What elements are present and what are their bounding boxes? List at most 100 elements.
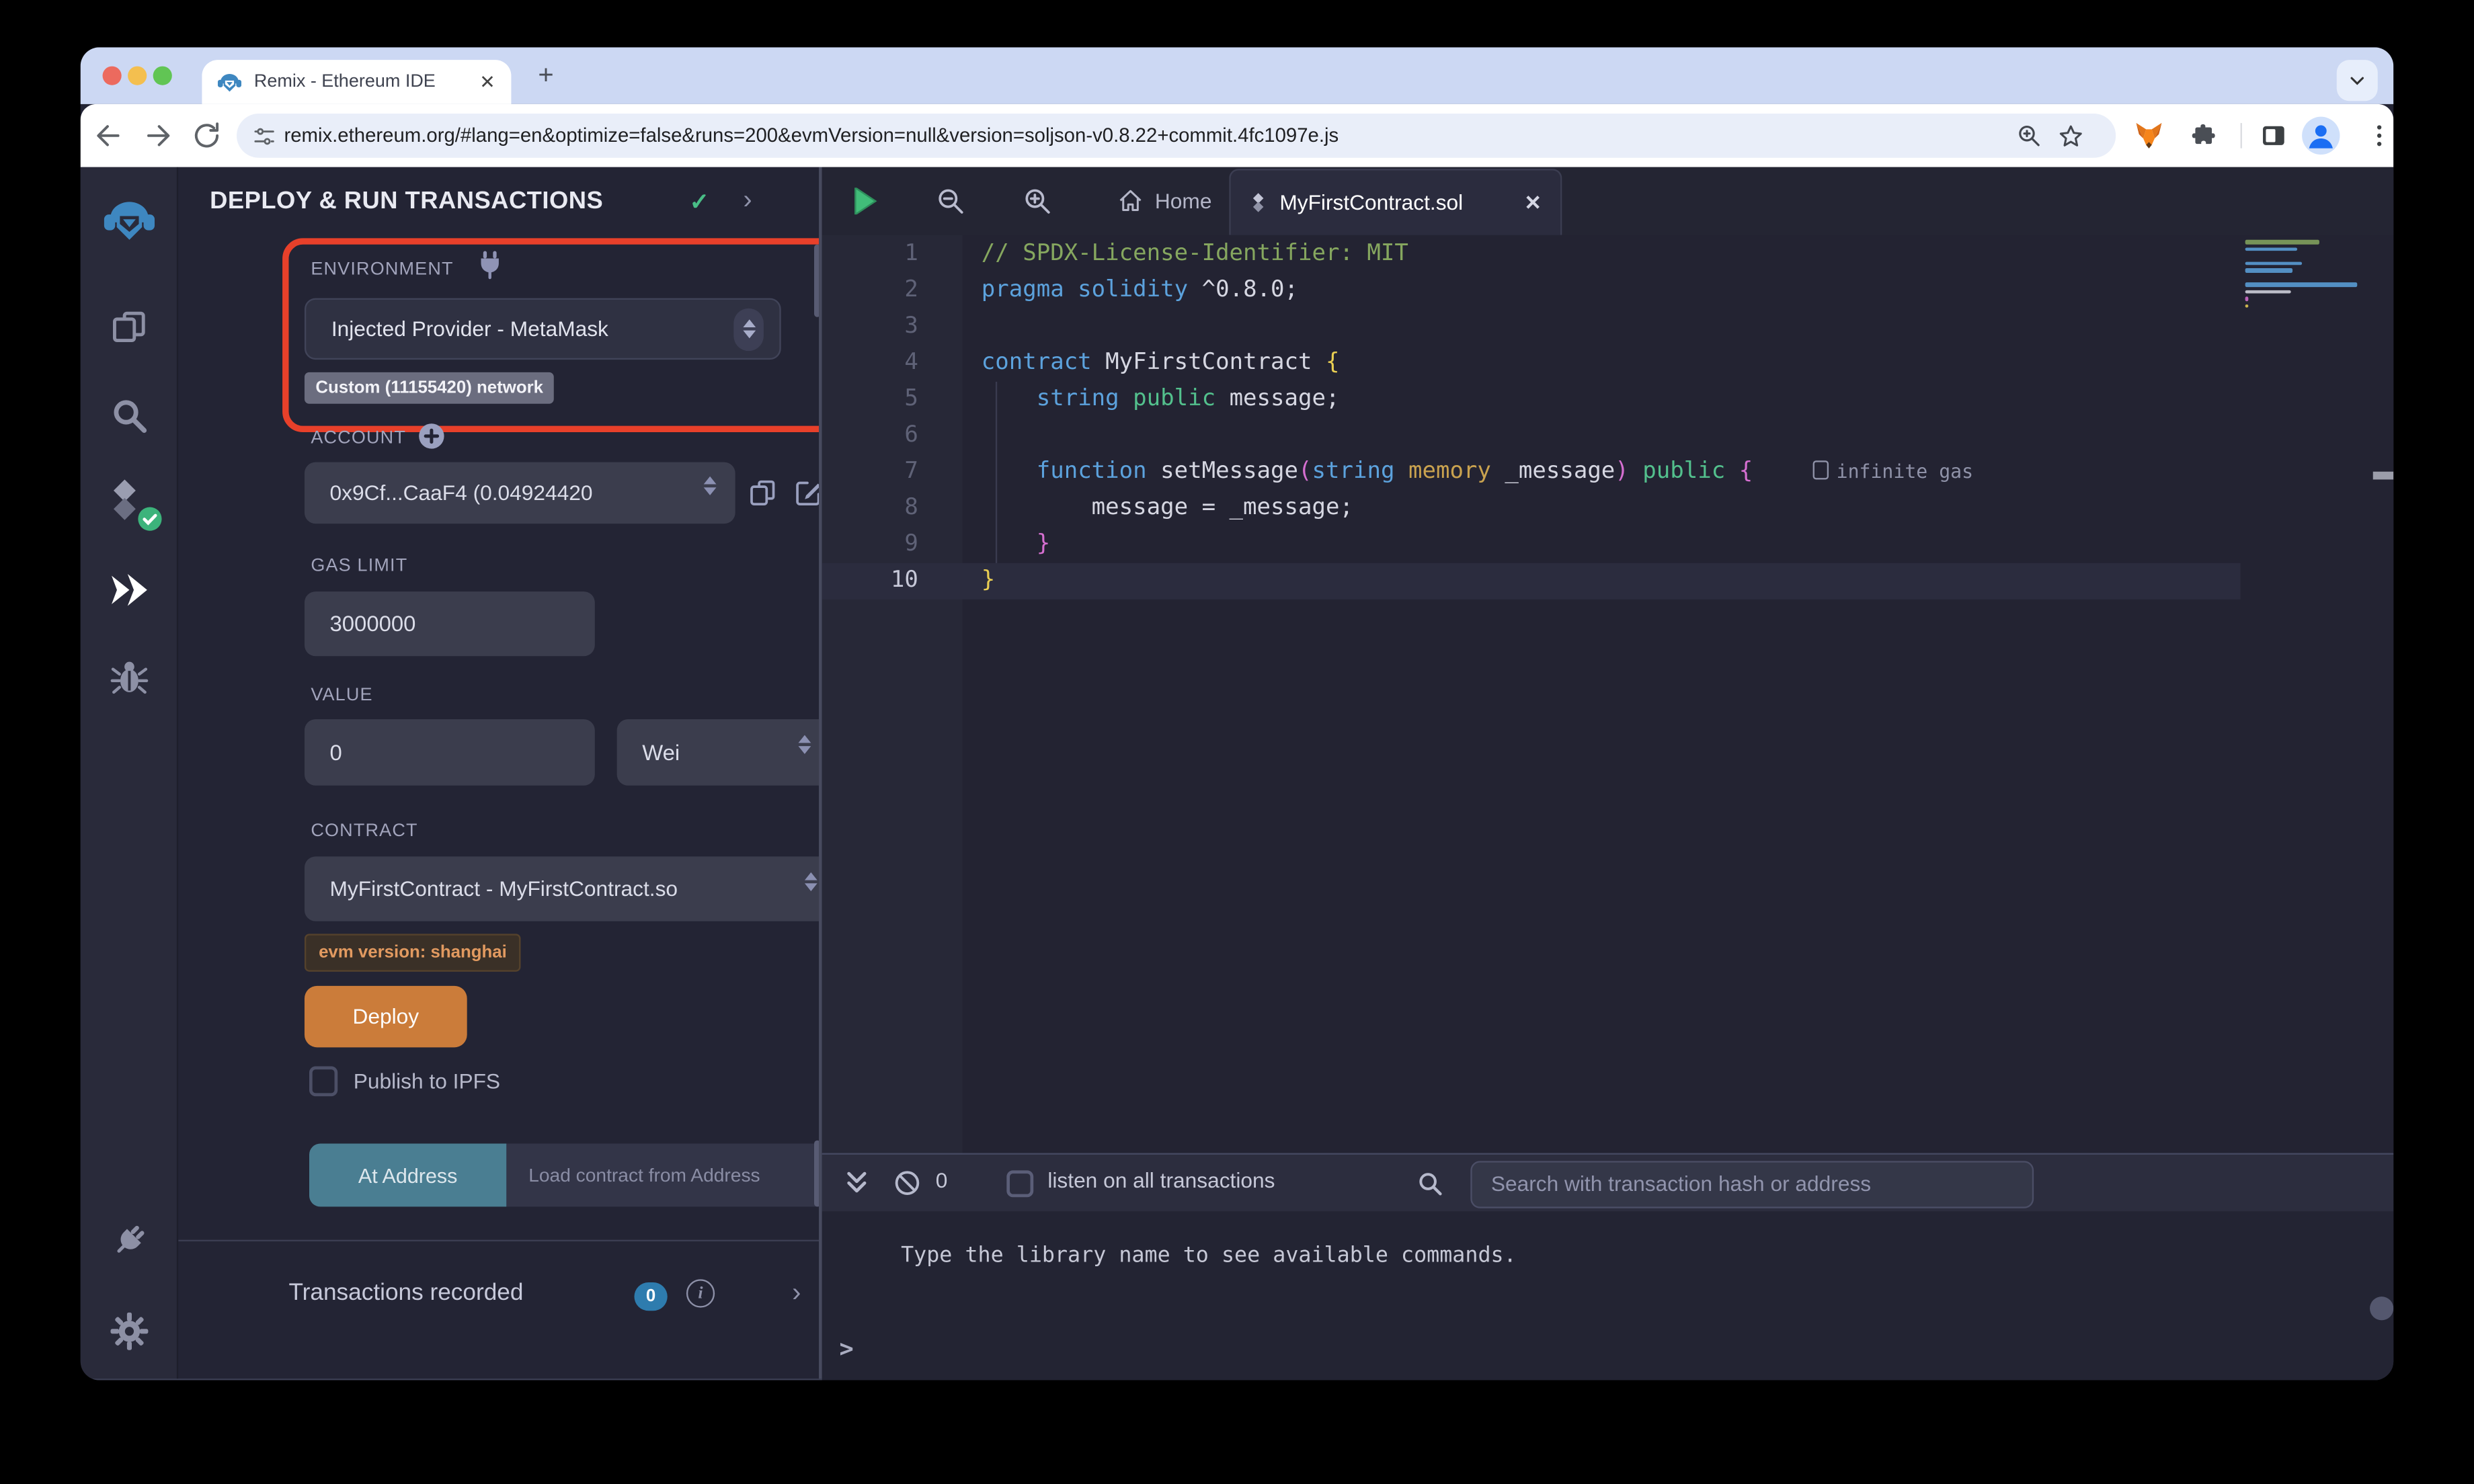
chevron-down-icon <box>2348 71 2366 90</box>
evm-version-badge: evm version: shanghai <box>305 934 521 971</box>
collapse-terminal-icon[interactable] <box>846 1170 868 1196</box>
value-unit: Wei <box>642 719 680 786</box>
code-line[interactable]: // SPDX-License-Identifier: MIT <box>982 237 1973 273</box>
metamask-extension-icon[interactable] <box>2134 122 2163 150</box>
editor-scrollbar-thumb[interactable] <box>2373 472 2394 480</box>
transactions-expand-chevron-icon[interactable]: › <box>792 1279 801 1306</box>
profile-avatar[interactable] <box>2302 117 2340 155</box>
tab-myfirstcontract[interactable]: MyFirstContract.sol ✕ <box>1229 169 1562 235</box>
clear-console-icon[interactable] <box>893 1169 921 1197</box>
search-icon[interactable] <box>109 396 149 436</box>
minimap-line <box>2245 304 2248 308</box>
minimap-line <box>2245 276 2373 280</box>
home-tab-label: Home <box>1155 190 1212 213</box>
at-address-input[interactable]: Load contract from Address <box>506 1144 819 1207</box>
value-amount: 0 <box>330 719 342 786</box>
transactions-recorded-label: Transactions recorded <box>288 1279 523 1306</box>
value-unit-select[interactable]: Wei <box>617 719 819 786</box>
value-input[interactable]: 0 <box>305 719 595 786</box>
code-line[interactable]: pragma solidity ^0.8.0; <box>982 273 1973 309</box>
settings-gear-icon[interactable] <box>108 1311 149 1352</box>
terminal-scroll-indicator[interactable] <box>2370 1296 2393 1320</box>
new-tab-button[interactable]: + <box>527 56 565 94</box>
publish-ipfs-checkbox[interactable] <box>309 1067 337 1097</box>
contract-select[interactable]: MyFirstContract - MyFirstContract.so <box>305 856 819 921</box>
remix-logo-icon[interactable] <box>102 196 155 246</box>
forward-icon[interactable] <box>142 120 173 151</box>
environment-plug-icon <box>478 251 502 281</box>
account-updown-icon <box>704 477 717 495</box>
tab-search-chevron-button[interactable] <box>2337 60 2378 101</box>
value-label: VALUE <box>311 686 372 705</box>
back-icon[interactable] <box>93 120 124 151</box>
listen-checkbox[interactable] <box>1006 1170 1033 1197</box>
copy-account-icon[interactable] <box>748 478 778 508</box>
maximize-window-button[interactable] <box>153 67 172 85</box>
debugger-bug-icon[interactable] <box>109 659 149 699</box>
side-panel-icon[interactable] <box>2260 122 2288 150</box>
url-text: remix.ethereum.org/#lang=en&optimize=fal… <box>284 114 1339 158</box>
gas-limit-input[interactable]: 3000000 <box>305 591 595 656</box>
extensions-puzzle-icon[interactable] <box>2190 122 2218 150</box>
listen-label: listen on all transactions <box>1047 1169 1275 1192</box>
zoom-out-icon[interactable] <box>936 186 966 216</box>
line-number: 5 <box>822 382 936 418</box>
terminal-header: 0 listen on all transactions Search with… <box>822 1153 2394 1212</box>
unit-updown-icon <box>799 735 811 754</box>
terminal-output[interactable]: Type the library name to see available c… <box>822 1211 2394 1380</box>
editor-tabbar: Home MyFirstContract.sol ✕ <box>822 167 2394 235</box>
site-settings-icon[interactable] <box>253 124 276 148</box>
environment-label: ENVIRONMENT <box>311 260 453 279</box>
gas-limit-value: 3000000 <box>330 591 416 656</box>
code-line[interactable]: message = _message; <box>982 491 1973 527</box>
browser-tab[interactable]: Remix - Ethereum IDE ✕ <box>202 60 511 104</box>
add-account-plus-icon[interactable] <box>418 423 445 450</box>
code-content[interactable]: // SPDX-License-Identifier: MITpragma so… <box>982 237 1973 600</box>
deploy-run-icon[interactable] <box>108 571 150 609</box>
zoom-in-icon[interactable] <box>1023 186 1053 216</box>
terminal-prompt: > <box>840 1334 854 1362</box>
close-window-button[interactable] <box>103 67 122 85</box>
bookmark-star-icon[interactable] <box>2057 123 2084 150</box>
url-bar[interactable]: remix.ethereum.org/#lang=en&optimize=fal… <box>237 114 2116 158</box>
code-line[interactable]: } <box>982 563 1973 600</box>
code-line[interactable] <box>982 418 1973 454</box>
file-explorer-icon[interactable] <box>109 308 149 347</box>
code-line[interactable]: } <box>982 527 1973 563</box>
panel-scrollbar-thumb[interactable] <box>814 245 819 317</box>
environment-select[interactable]: Injected Provider - MetaMask <box>305 298 781 360</box>
code-line[interactable] <box>982 309 1973 345</box>
contract-value: MyFirstContract - MyFirstContract.so <box>330 856 678 921</box>
zoom-page-icon[interactable] <box>2016 123 2042 149</box>
account-value: 0x9Cf...CaaF4 (0.04924420 <box>330 462 593 524</box>
code-line[interactable]: function setMessage(string memory _messa… <box>982 454 1973 491</box>
transactions-info-icon[interactable]: i <box>686 1279 715 1307</box>
line-number: 4 <box>822 345 936 382</box>
tab-close-icon[interactable]: ✕ <box>1524 190 1542 216</box>
minimize-window-button[interactable] <box>128 67 147 85</box>
line-number: 3 <box>822 309 936 345</box>
at-address-button[interactable]: At Address <box>309 1144 506 1207</box>
code-line[interactable]: contract MyFirstContract { <box>982 345 1973 382</box>
tab-home[interactable]: Home <box>1117 167 1212 235</box>
solidity-compiler-icon[interactable] <box>105 479 152 526</box>
gas-limit-label: GAS LIMIT <box>311 556 407 575</box>
plugin-manager-plug-icon[interactable] <box>109 1221 149 1261</box>
code-line[interactable]: string public message; <box>982 382 1973 418</box>
terminal-search-input[interactable]: Search with transaction hash or address <box>1470 1160 2034 1207</box>
tab-close-icon[interactable]: ✕ <box>479 73 495 91</box>
minimap-line <box>2245 296 2248 300</box>
panel-scrollbar-thumb-lower[interactable] <box>814 1141 819 1207</box>
reload-icon[interactable] <box>191 120 223 151</box>
toolbar-divider <box>2241 123 2242 149</box>
deploy-button[interactable]: Deploy <box>305 986 467 1048</box>
editor-minimap[interactable] <box>2241 240 2373 308</box>
browser-menu-kebab-icon[interactable] <box>2365 122 2393 150</box>
panel-expand-chevron-icon[interactable]: › <box>743 186 752 213</box>
run-script-play-icon[interactable] <box>854 188 877 214</box>
panel-check-icon: ✓ <box>690 188 710 216</box>
minimap-line <box>2245 240 2319 244</box>
edit-account-icon[interactable] <box>793 478 819 508</box>
account-select[interactable]: 0x9Cf...CaaF4 (0.04924420 <box>305 462 735 524</box>
transactions-count-badge: 0 <box>634 1282 667 1311</box>
